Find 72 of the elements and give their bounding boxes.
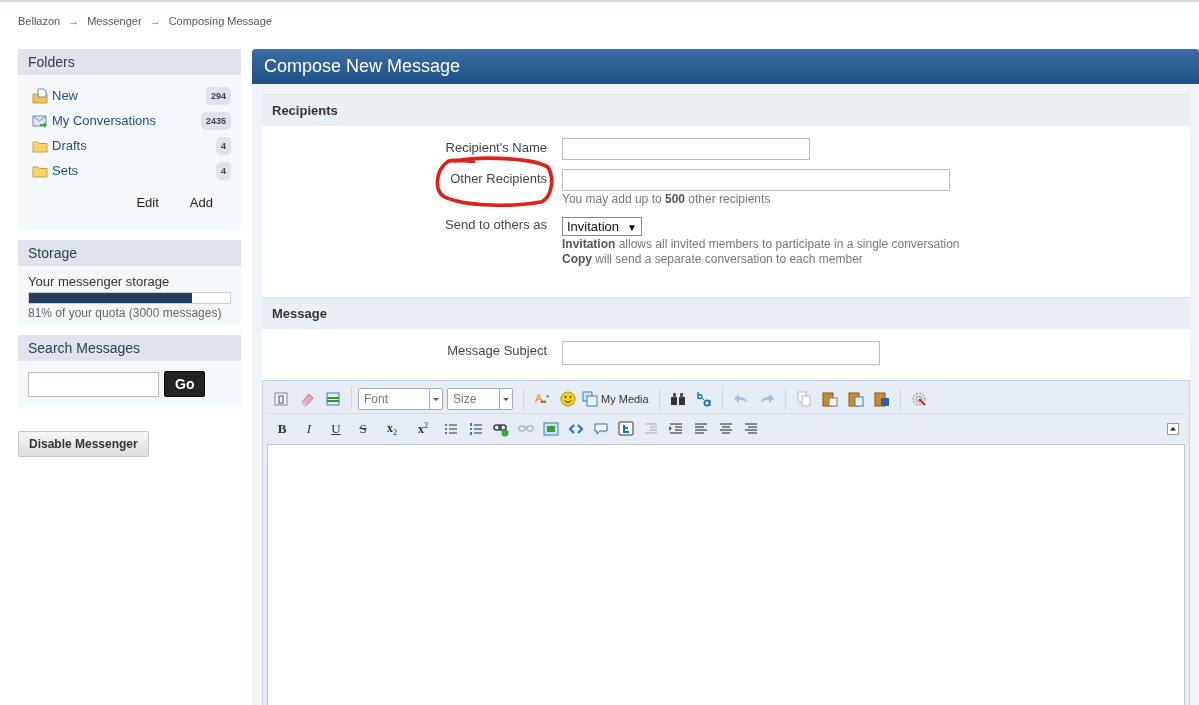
paste-word-icon[interactable]: [873, 391, 890, 407]
image-icon[interactable]: [543, 421, 559, 437]
folder-link[interactable]: My Conversations: [52, 113, 201, 128]
size-dropdown[interactable]: Size: [447, 388, 513, 410]
folder-action-link[interactable]: Edit: [136, 195, 159, 210]
dropdown-arrow-icon[interactable]: [429, 389, 442, 409]
envelope-icon: [32, 112, 48, 129]
numbered-list-icon[interactable]: [468, 421, 484, 437]
search-field[interactable]: [28, 371, 159, 397]
panel-title: Search Messages: [18, 335, 241, 361]
smiley-icon[interactable]: [560, 391, 576, 407]
bulleted-list-icon[interactable]: [443, 421, 459, 437]
align-left-icon[interactable]: [693, 421, 709, 437]
my-media-button[interactable]: My Media: [582, 391, 649, 407]
copy-icon[interactable]: [795, 391, 812, 407]
replace-icon[interactable]: [695, 391, 712, 407]
align-center-icon[interactable]: [718, 421, 734, 437]
gear-icon[interactable]: [910, 391, 927, 407]
message-count: 4: [216, 136, 231, 155]
field-label: Recipient's Name: [444, 139, 547, 157]
new-folder-icon: [32, 87, 48, 104]
recipient-name-field[interactable]: [562, 138, 810, 160]
disable-messenger-button[interactable]: Disable Messenger: [18, 431, 149, 457]
hint-text: Copy will send a separate conversation to each member: [562, 252, 864, 266]
paste-text-icon[interactable]: [847, 391, 864, 407]
other-recipients-field[interactable]: [562, 169, 950, 191]
link-icon[interactable]: [493, 421, 509, 437]
folder-link[interactable]: New: [52, 88, 206, 103]
message-count: 2435: [200, 111, 231, 130]
panel-title: Storage: [18, 240, 241, 266]
subscript-button[interactable]: x$_{2}$: [381, 420, 403, 438]
table-icon[interactable]: [325, 391, 341, 407]
panel-title: Folders: [18, 49, 241, 75]
bold-button[interactable]: B: [273, 421, 291, 437]
breadcrumb-link[interactable]: Bellazon: [18, 14, 61, 27]
dropdown-arrow-icon[interactable]: [499, 389, 512, 409]
go-button[interactable]: Go: [164, 371, 206, 397]
indent-icon[interactable]: [668, 421, 684, 437]
breadcrumb-link[interactable]: Composing Message: [168, 14, 272, 27]
eraser-icon[interactable]: [299, 391, 315, 407]
media-icon: [582, 391, 598, 407]
send-as-dropdown[interactable]: Invitation ▼: [562, 217, 642, 236]
section-heading: Recipients: [262, 94, 1190, 126]
folder-link[interactable]: Sets: [52, 163, 216, 178]
italic-button[interactable]: I: [300, 421, 318, 437]
collapse-toolbar-icon[interactable]: [1167, 423, 1179, 435]
binoculars-icon[interactable]: [669, 391, 686, 407]
message-count: 4: [216, 161, 231, 180]
strikethrough-button[interactable]: S: [354, 421, 372, 437]
storage-label: Your messenger storage: [28, 274, 171, 289]
breadcrumb-separator: →: [68, 14, 80, 27]
subject-field[interactable]: [562, 341, 880, 365]
underline-button[interactable]: U: [327, 421, 345, 437]
speech-bubble-icon[interactable]: [593, 421, 609, 437]
message-count: 294: [205, 86, 231, 105]
field-label: Send to others as: [444, 216, 547, 234]
field-label: Message Subject: [446, 342, 547, 360]
template-icon[interactable]: [273, 391, 289, 407]
field-label: Other Recipients: [450, 171, 547, 186]
font-dropdown[interactable]: Font: [358, 388, 443, 410]
breadcrumb-link[interactable]: Messenger: [87, 14, 142, 27]
breadcrumb-separator: →: [149, 14, 161, 27]
hint-text: You may add up to 500 other recipients: [562, 192, 772, 206]
section-heading: Message: [262, 297, 1190, 329]
align-right-icon[interactable]: [743, 421, 759, 437]
superscript-button[interactable]: x$^{2}$: [412, 421, 434, 437]
folder-link[interactable]: Drafts: [52, 138, 216, 153]
storage-caption: 81% of your quota (3000 messages): [28, 306, 223, 320]
folder-action-link[interactable]: Add: [189, 195, 213, 210]
hint-text: Invitation allows all invited members to participate in a single conversation: [562, 237, 960, 251]
compose-header: Compose New Message: [252, 49, 1199, 84]
paste-icon[interactable]: [821, 391, 838, 407]
